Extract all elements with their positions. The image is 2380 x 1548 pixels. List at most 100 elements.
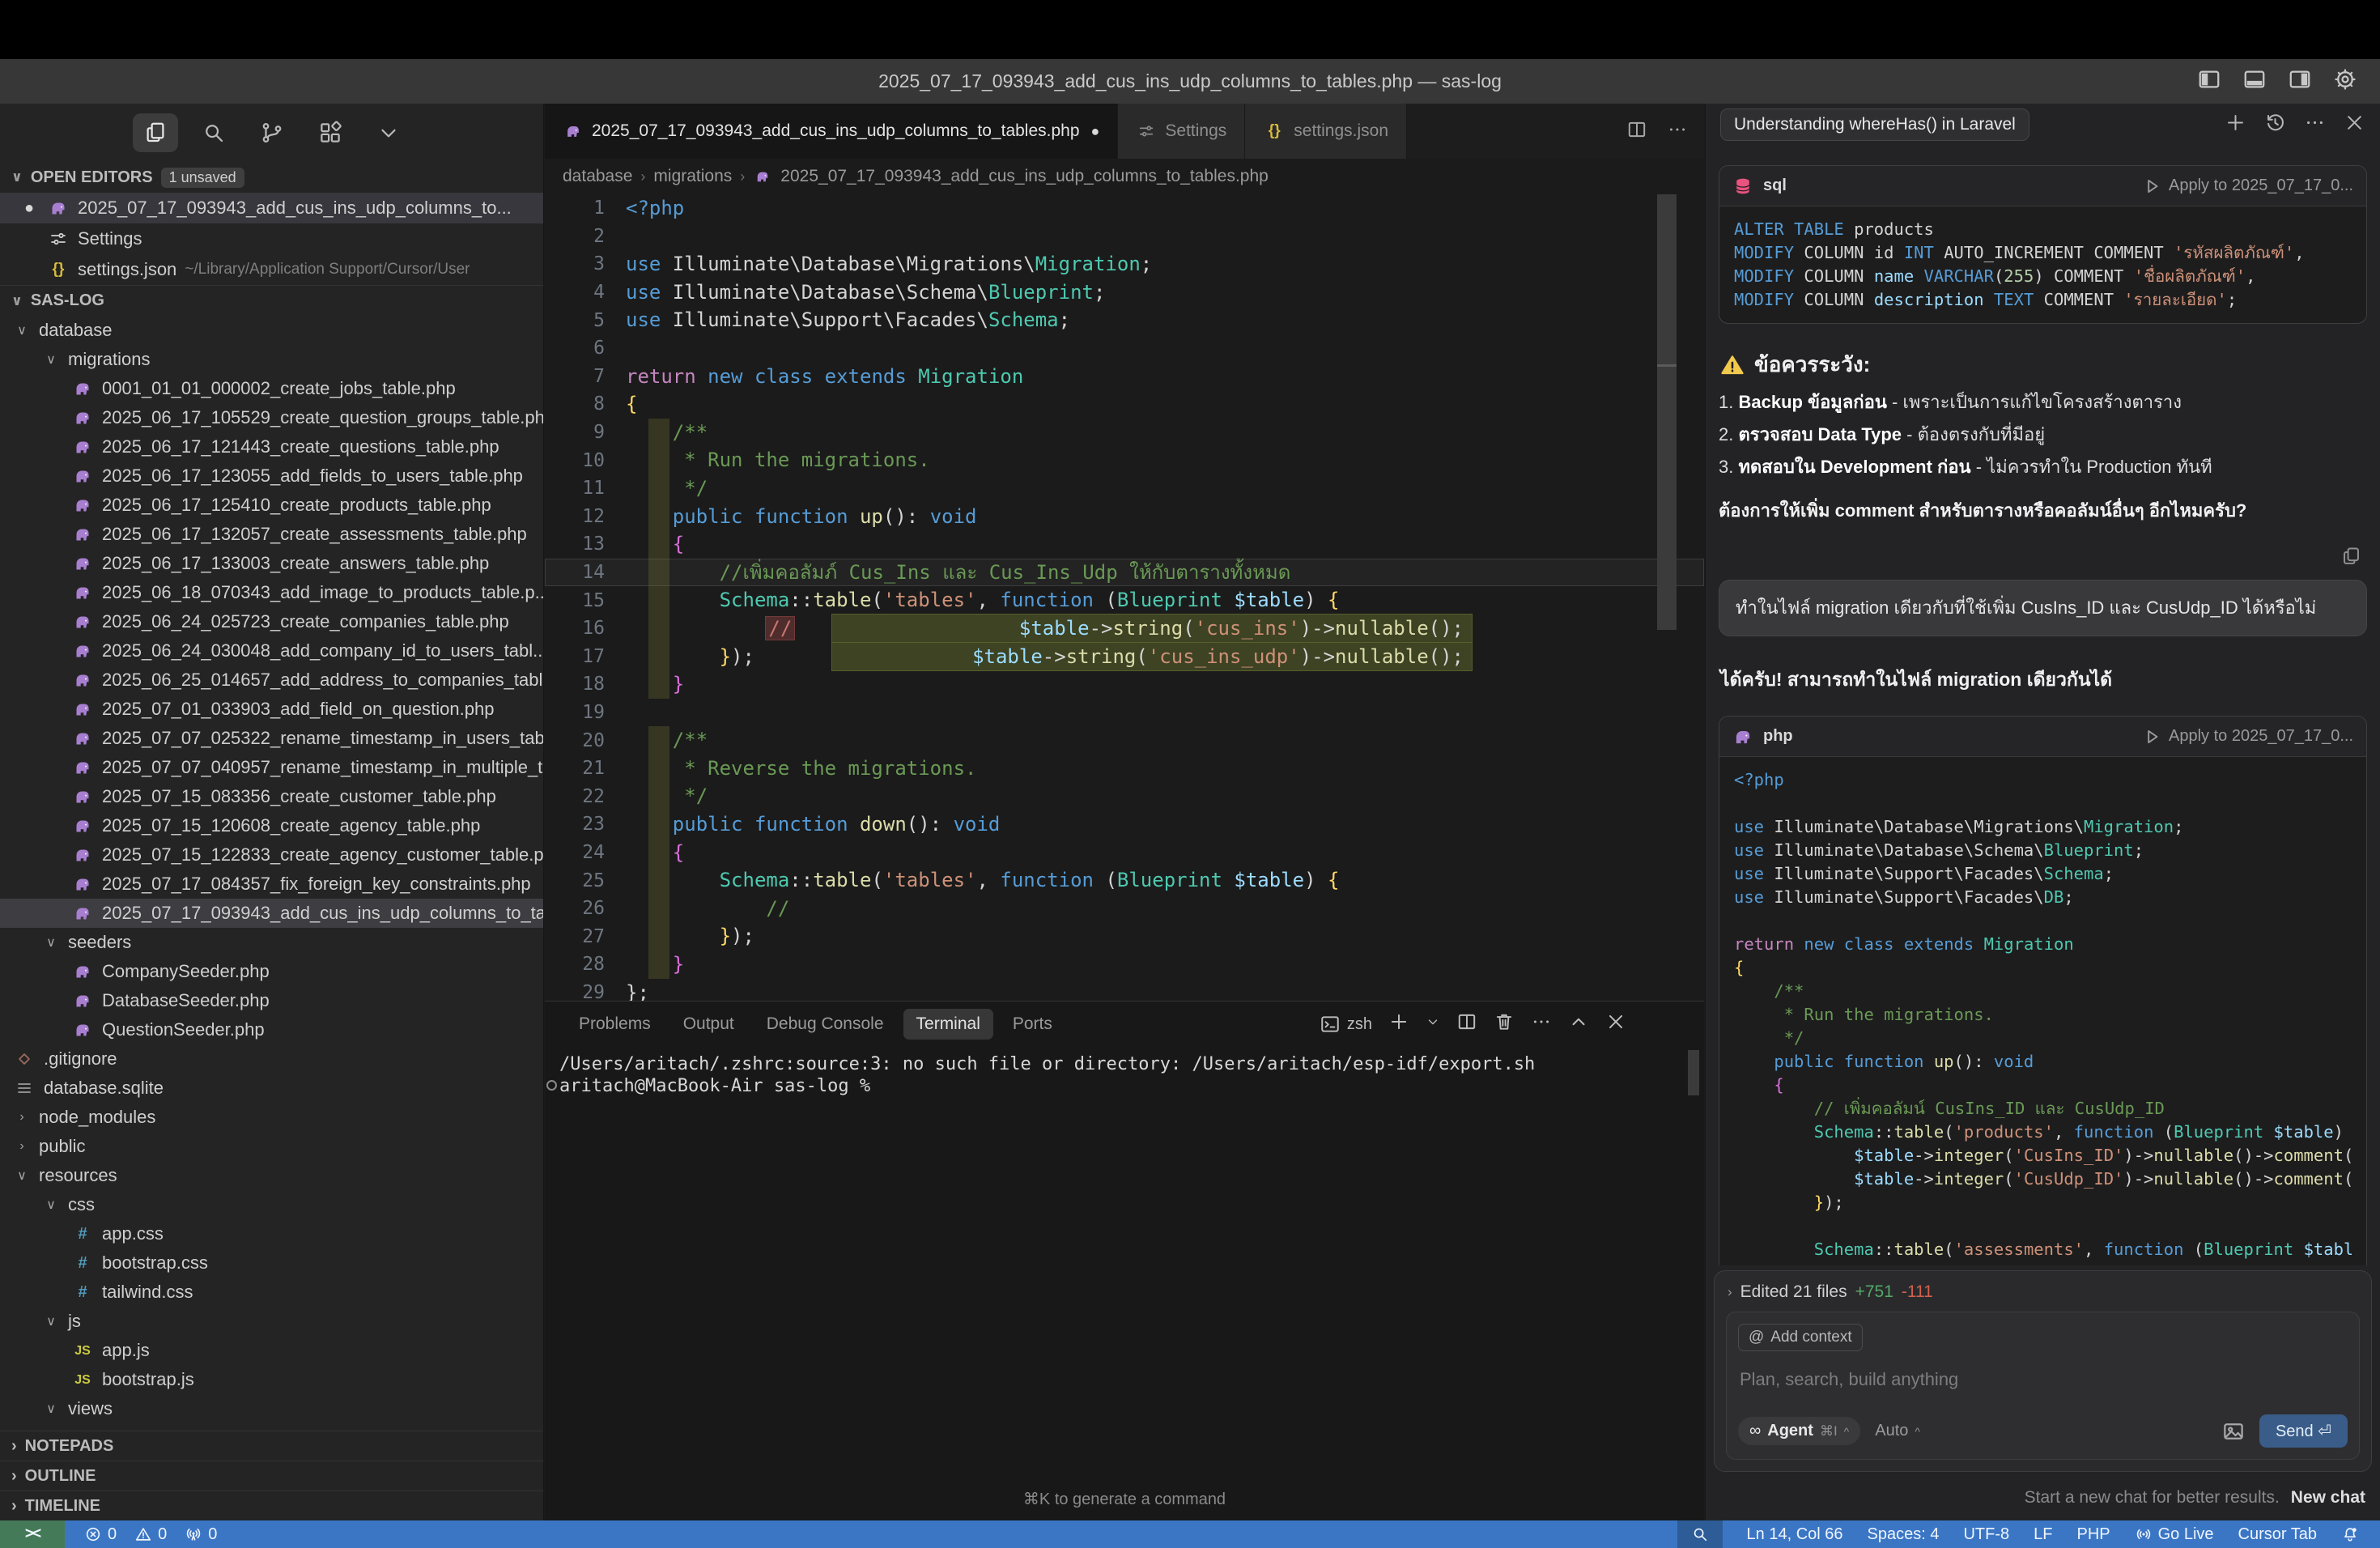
status-broadcast[interactable]: Go Live xyxy=(2135,1525,2214,1544)
breadcrumb[interactable]: database›migrations›2025_07_17_093943_ad… xyxy=(545,159,1704,194)
tree-item-file[interactable]: 2025_06_17_121443_create_questions_table… xyxy=(0,432,543,461)
tree-item-file[interactable]: 2025_06_17_105529_create_question_groups… xyxy=(0,403,543,432)
chat-message-area[interactable]: sql Apply to 2025_07_17_0... ALTER TABLE… xyxy=(1706,146,2380,1265)
tree-item-file[interactable]: database.sqlite xyxy=(0,1074,543,1103)
title-bar[interactable]: 2025_07_17_093943_add_cus_ins_udp_column… xyxy=(0,59,2380,104)
tree-item-file[interactable]: JSapp.js xyxy=(0,1336,543,1365)
tree-item-file[interactable]: 2025_07_15_122833_create_agency_customer… xyxy=(0,840,543,870)
status-bell[interactable] xyxy=(2341,1525,2359,1543)
edited-files-row[interactable]: › Edited 21 files +751 -111 xyxy=(1726,1279,2360,1312)
tree-item-file[interactable]: 2025_06_17_123055_add_fields_to_users_ta… xyxy=(0,461,543,491)
tree-item-folder[interactable]: ›public xyxy=(0,1132,543,1161)
activity-files[interactable] xyxy=(133,113,178,152)
more-actions-button[interactable] xyxy=(1667,119,1688,144)
split-editor-button[interactable] xyxy=(1626,119,1647,144)
editor-scrollbar[interactable] xyxy=(1657,194,1677,630)
tree-item-file[interactable]: #tailwind.css xyxy=(0,1278,543,1307)
attach-image-button[interactable] xyxy=(2221,1419,2246,1444)
kill-terminal-button[interactable] xyxy=(1494,1011,1515,1037)
tree-item-file[interactable]: 2025_06_17_125410_create_products_table.… xyxy=(0,491,543,520)
tree-item-file[interactable]: #app.css xyxy=(0,1219,543,1248)
tree-item-file[interactable]: 2025_07_15_120608_create_agency_table.ph… xyxy=(0,811,543,840)
tree-item-file[interactable]: QuestionSeeder.php xyxy=(0,1015,543,1044)
close-chat-button[interactable] xyxy=(2344,112,2365,138)
remote-indicator[interactable]: >< xyxy=(0,1520,65,1548)
status-php[interactable]: PHP xyxy=(2076,1525,2110,1544)
tree-item-file[interactable]: JSbootstrap.js xyxy=(0,1365,543,1394)
panel-tab-ports[interactable]: Ports xyxy=(1000,1009,1065,1040)
layout-left-toggle-button[interactable] xyxy=(2197,67,2221,96)
new-chat-button[interactable]: New chat xyxy=(2291,1488,2365,1508)
status-warn[interactable]: 0 xyxy=(134,1525,167,1544)
open-editor-item[interactable]: ●2025_07_17_093943_add_cus_ins_udp_colum… xyxy=(0,193,543,223)
panel-tab-debug-console[interactable]: Debug Console xyxy=(754,1009,897,1040)
chat-tab-title[interactable]: Understanding whereHas() in Laravel xyxy=(1720,108,2029,141)
apply-sql-button[interactable]: Apply to 2025_07_17_0... xyxy=(2141,176,2353,197)
status-lf[interactable]: LF xyxy=(2034,1525,2052,1544)
chat-input-box[interactable]: @ Add context Plan, search, build anythi… xyxy=(1726,1312,2360,1460)
breadcrumb-item[interactable]: migrations xyxy=(653,167,732,186)
tree-item-file[interactable]: 2025_06_24_030048_add_company_id_to_user… xyxy=(0,636,543,666)
layout-bottom-toggle-button[interactable] xyxy=(2242,67,2267,96)
panel-tab-terminal[interactable]: Terminal xyxy=(903,1009,993,1040)
panel-tab-output[interactable]: Output xyxy=(670,1009,747,1040)
status-cursor-tab[interactable]: Cursor Tab xyxy=(2238,1525,2317,1544)
activity-chevron-down[interactable] xyxy=(366,113,411,152)
tree-item-file[interactable]: DatabaseSeeder.php xyxy=(0,986,543,1015)
tree-item-file[interactable]: .gitignore xyxy=(0,1044,543,1074)
terminal-body[interactable]: /Users/aritach/.zshrc:source:3: no such … xyxy=(545,1047,1704,1097)
new-terminal-button[interactable] xyxy=(1388,1011,1409,1037)
tree-item-file[interactable]: 2025_07_17_093943_add_cus_ins_udp_column… xyxy=(0,899,543,928)
shell-indicator[interactable]: zsh xyxy=(1320,1014,1372,1035)
status-spaces-4[interactable]: Spaces: 4 xyxy=(1868,1525,1940,1544)
activity-search[interactable] xyxy=(191,113,236,152)
tree-item-file[interactable]: CompanySeeder.php xyxy=(0,957,543,986)
tree-item-file[interactable]: 2025_06_24_025723_create_companies_table… xyxy=(0,607,543,636)
close-panel-button[interactable] xyxy=(1605,1011,1626,1037)
add-context-button[interactable]: @ Add context xyxy=(1738,1324,1863,1351)
code-editor[interactable]: 1<?php23use Illuminate\Database\Migratio… xyxy=(545,194,1704,1001)
new-chat-tab-button[interactable] xyxy=(2225,112,2246,138)
tree-item-folder[interactable]: ∨migrations xyxy=(0,345,543,374)
status-utf-8[interactable]: UTF-8 xyxy=(1963,1525,2009,1544)
tree-item-file[interactable]: 2025_07_17_084357_fix_foreign_key_constr… xyxy=(0,870,543,899)
open-editor-item[interactable]: Settings xyxy=(0,223,543,254)
tree-item-folder[interactable]: ∨database xyxy=(0,316,543,345)
tab-settings-json[interactable]: {}settings.json xyxy=(1245,104,1407,159)
status-error[interactable]: 0 xyxy=(84,1525,117,1544)
tab-settings[interactable]: Settings xyxy=(1118,104,1245,159)
sidebar-section-notepads[interactable]: ›NOTEPADS xyxy=(0,1431,543,1461)
tree-item-folder[interactable]: ∨views xyxy=(0,1394,543,1423)
agent-mode-selector[interactable]: ∞ Agent ⌘I ^ xyxy=(1738,1417,1860,1445)
panel-tab-problems[interactable]: Problems xyxy=(566,1009,664,1040)
tree-item-file[interactable]: 2025_06_18_070343_add_image_to_products_… xyxy=(0,578,543,607)
more-actions-button[interactable] xyxy=(1531,1011,1552,1037)
open-editors-header[interactable]: ∨ OPEN EDITORS 1 unsaved xyxy=(0,162,543,193)
split-terminal-button[interactable] xyxy=(1456,1011,1477,1037)
status-ln-14-col-66[interactable]: Ln 14, Col 66 xyxy=(1747,1525,1843,1544)
tree-item-file[interactable]: 2025_06_25_014657_add_address_to_compani… xyxy=(0,666,543,695)
chat-history-button[interactable] xyxy=(2264,112,2286,138)
tree-item-folder[interactable]: ›node_modules xyxy=(0,1103,543,1132)
apply-php-button[interactable]: Apply to 2025_07_17_0... xyxy=(2141,726,2353,747)
project-header[interactable]: ∨ SAS-LOG xyxy=(0,285,543,316)
send-button[interactable]: Send ⏎ xyxy=(2259,1414,2348,1448)
tree-item-file[interactable]: 2025_07_07_025322_rename_timestamp_in_us… xyxy=(0,724,543,753)
settings-gear-button[interactable] xyxy=(2333,67,2357,96)
activity-branch[interactable] xyxy=(249,113,295,152)
tree-item-folder[interactable]: ∨seeders xyxy=(0,928,543,957)
more-actions-button[interactable] xyxy=(2304,112,2326,138)
layout-right-toggle-button[interactable] xyxy=(2288,67,2312,96)
tree-item-file[interactable]: 2025_07_07_040957_rename_timestamp_in_mu… xyxy=(0,753,543,782)
tree-item-file[interactable]: 2025_06_17_133003_create_answers_table.p… xyxy=(0,549,543,578)
tab-2025-07-17-093943-add-cus-ins-udp-columns-to-tables-php[interactable]: 2025_07_17_093943_add_cus_ins_udp_column… xyxy=(545,104,1118,159)
tree-item-file[interactable]: 0001_01_01_000002_create_jobs_table.php xyxy=(0,374,543,403)
terminal-profile-dropdown[interactable] xyxy=(1426,1014,1440,1034)
breadcrumb-item[interactable]: 2025_07_17_093943_add_cus_ins_udp_column… xyxy=(780,167,1269,186)
tree-item-file[interactable]: 2025_06_17_132057_create_assessments_tab… xyxy=(0,520,543,549)
tree-item-file[interactable]: 2025_07_01_033903_add_field_on_question.… xyxy=(0,695,543,724)
tree-item-file[interactable]: 2025_07_15_083356_create_customer_table.… xyxy=(0,782,543,811)
maximize-panel-button[interactable] xyxy=(1568,1011,1589,1037)
open-editor-item[interactable]: {}settings.json~/Library/Application Sup… xyxy=(0,254,543,285)
status-magnifier[interactable] xyxy=(1677,1520,1723,1548)
